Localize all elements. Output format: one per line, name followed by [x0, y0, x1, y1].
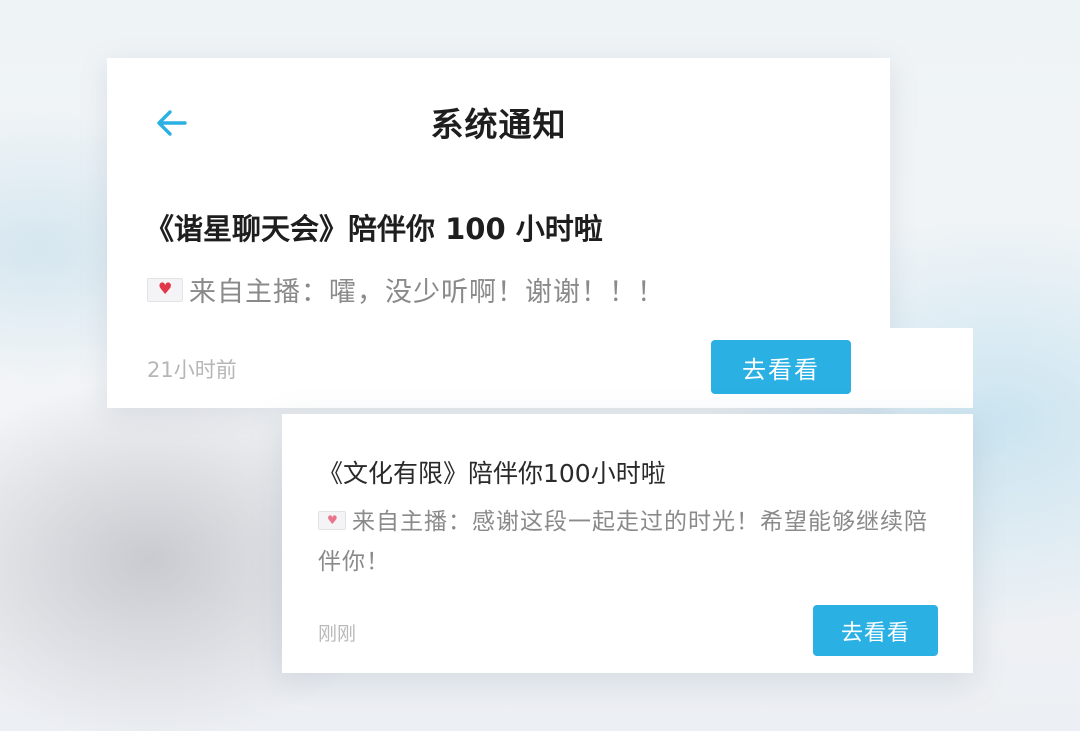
notification-card-2: 《文化有限》陪伴你100小时啦 ♥ 来自主播：感谢这段一起走过的时光！希望能够继续…: [282, 414, 973, 673]
notification-title: 《谐星聊天会》陪伴你 100 小时啦: [145, 212, 603, 246]
card-background-extension: [890, 328, 973, 408]
view-button[interactable]: 去看看: [813, 605, 938, 656]
love-letter-icon: ♥: [147, 277, 183, 302]
notification-title: 《文化有限》陪伴你100小时啦: [318, 459, 666, 488]
view-button[interactable]: 去看看: [711, 340, 851, 394]
notification-message-row: ♥ 来自主播：感谢这段一起走过的时光！希望能够继续陪伴你！: [318, 502, 938, 582]
notification-card-1: 系统通知 《谐星聊天会》陪伴你 100 小时啦 ♥ 来自主播：嚯，没少听啊！谢谢…: [107, 58, 890, 408]
notification-message-row: ♥ 来自主播：嚯，没少听啊！谢谢！！！: [147, 270, 665, 309]
notification-time: 21小时前: [147, 358, 237, 382]
page-title: 系统通知: [430, 105, 567, 144]
notification-message: 来自主播：感谢这段一起走过的时光！希望能够继续陪伴你！: [318, 509, 928, 575]
love-letter-icon: ♥: [318, 511, 346, 530]
notification-message: 来自主播：嚯，没少听啊！谢谢！！！: [189, 277, 665, 308]
notification-time: 刚刚: [318, 623, 357, 645]
